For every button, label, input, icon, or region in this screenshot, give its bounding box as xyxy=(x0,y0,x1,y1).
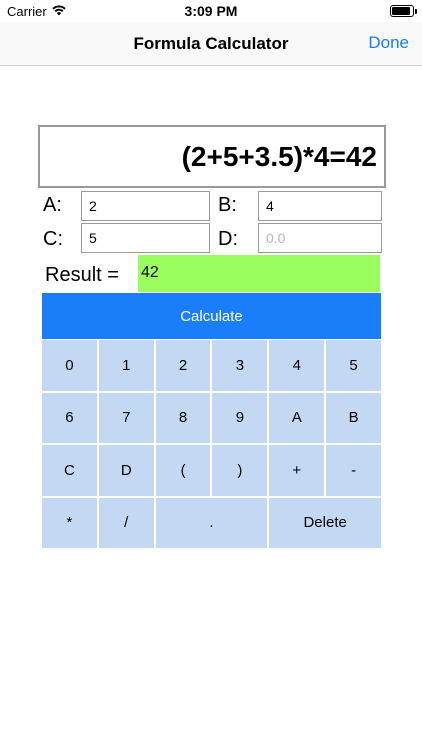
key-2[interactable]: 2 xyxy=(155,340,211,391)
key-plus[interactable]: + xyxy=(269,445,325,496)
key-6[interactable]: 6 xyxy=(42,392,97,443)
variable-d-label: D: xyxy=(218,228,238,250)
variable-a-input[interactable] xyxy=(81,191,210,221)
key-decimal[interactable]: . xyxy=(155,497,268,548)
navigation-bar: Formula Calculator Done xyxy=(0,22,422,66)
key-0[interactable]: 0 xyxy=(42,340,97,391)
key-divide[interactable]: / xyxy=(98,497,154,548)
battery-cap xyxy=(415,9,417,14)
variable-b-input[interactable] xyxy=(258,191,382,221)
key-open-paren[interactable]: ( xyxy=(155,445,211,496)
result-value: 42 xyxy=(138,255,380,292)
key-b[interactable]: B xyxy=(326,392,381,443)
key-minus[interactable]: - xyxy=(326,445,381,496)
done-button[interactable]: Done xyxy=(368,33,409,53)
variable-c-input[interactable] xyxy=(81,223,210,253)
delete-button[interactable]: Delete xyxy=(269,497,381,548)
page-title: Formula Calculator xyxy=(133,34,289,53)
key-7[interactable]: 7 xyxy=(98,392,154,443)
key-c[interactable]: C xyxy=(42,445,97,496)
variable-c-label: C: xyxy=(43,228,63,250)
formula-display: (2+5+3.5)*4=42 xyxy=(38,125,386,188)
variable-b-label: B: xyxy=(218,194,237,216)
key-multiply[interactable]: * xyxy=(42,497,97,548)
status-bar: Carrier 3:09 PM xyxy=(0,0,422,22)
key-3[interactable]: 3 xyxy=(212,340,268,391)
key-8[interactable]: 8 xyxy=(155,392,211,443)
key-d[interactable]: D xyxy=(98,445,154,496)
key-5[interactable]: 5 xyxy=(326,340,381,391)
key-1[interactable]: 1 xyxy=(98,340,154,391)
keypad: 0 1 2 3 4 5 6 7 8 9 A B C D ( ) + - * / … xyxy=(42,340,381,548)
key-a[interactable]: A xyxy=(269,392,325,443)
key-close-paren[interactable]: ) xyxy=(212,445,268,496)
key-4[interactable]: 4 xyxy=(269,340,325,391)
variable-a-label: A: xyxy=(43,194,62,216)
result-label: Result = xyxy=(45,264,119,286)
status-time: 3:09 PM xyxy=(184,3,238,19)
formula-text: (2+5+3.5)*4=42 xyxy=(181,140,377,172)
calculate-button[interactable]: Calculate xyxy=(42,293,381,339)
variable-d-input[interactable] xyxy=(258,223,382,253)
key-9[interactable]: 9 xyxy=(212,392,268,443)
battery-icon xyxy=(390,5,414,17)
